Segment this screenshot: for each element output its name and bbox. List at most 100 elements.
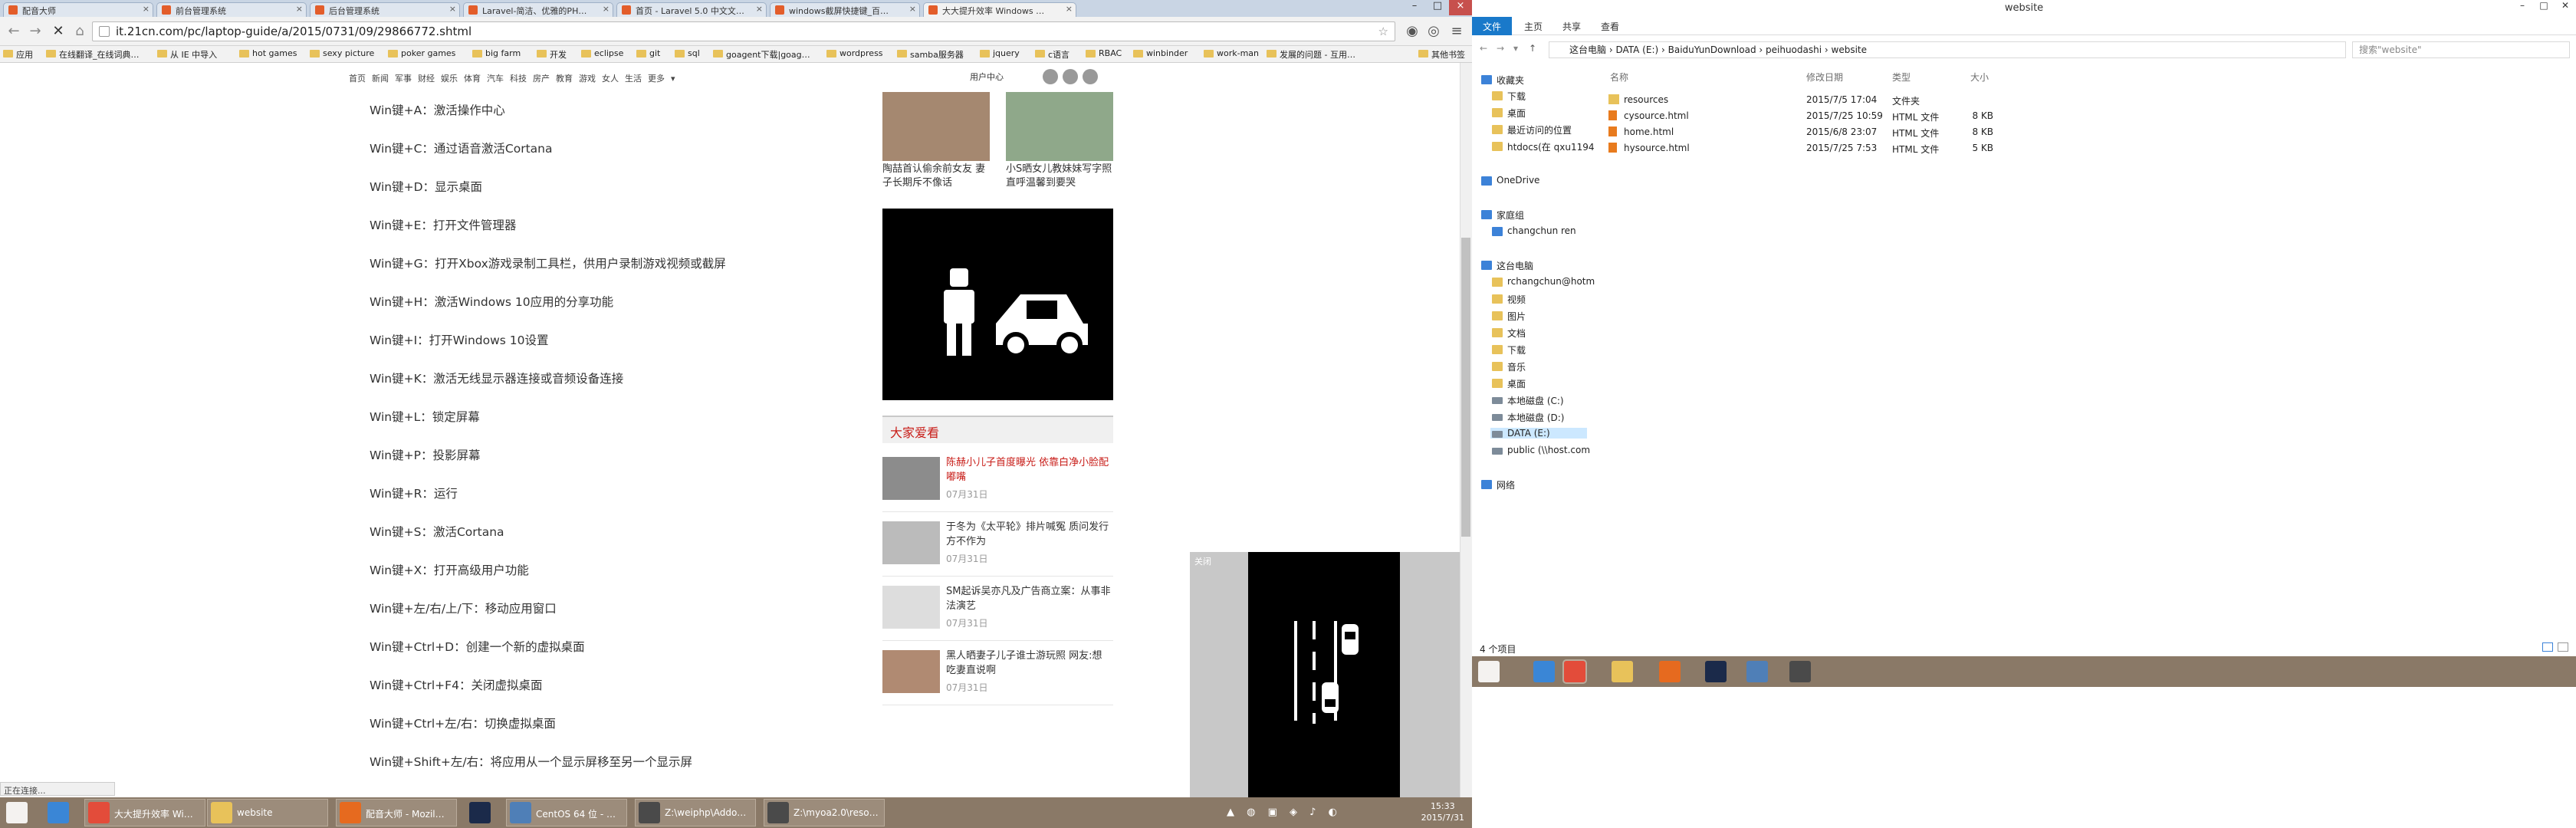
nav-item[interactable]: rchangchun@hotm [1490, 276, 1595, 287]
taskbar-item-explorer[interactable]: website [207, 799, 328, 826]
nav-link[interactable]: 军事 [395, 74, 412, 84]
ad-banner[interactable] [882, 209, 1113, 400]
forward-icon[interactable]: → [26, 23, 44, 41]
nav-item[interactable]: 桌面 [1490, 107, 1526, 120]
nav-link[interactable]: 房产 [533, 74, 550, 84]
nav-item[interactable]: 视频 [1490, 293, 1526, 306]
nav-item[interactable]: 文档 [1490, 327, 1526, 340]
scrollbar-thumb[interactable] [1461, 238, 1470, 537]
close-icon[interactable]: × [603, 4, 610, 14]
stop-icon[interactable]: ✕ [49, 23, 67, 41]
bookmark-item[interactable]: winbinder [1133, 48, 1188, 58]
back-icon[interactable]: ← [1480, 43, 1487, 54]
file-row[interactable]: cysource.html 2015/7/25 10:59 HTML 文件 8 KB [1602, 108, 1993, 123]
windows-start-icon[interactable] [1478, 661, 1500, 682]
bookmark-item[interactable]: goagent下载|goag… [713, 48, 810, 61]
extension-icon-2[interactable]: ◎ [1424, 23, 1443, 41]
bookmark-item[interactable]: 在线翻译_在线词典… [46, 48, 140, 61]
breadcrumb-item[interactable]: BaiduYunDownload [1668, 44, 1756, 55]
weibo-icon[interactable] [1063, 69, 1078, 84]
this-pc-header[interactable]: 这台电脑 [1480, 259, 1533, 272]
details-view-icon[interactable] [2542, 642, 2553, 652]
drive-item[interactable]: 本地磁盘 (C:) [1490, 394, 1564, 407]
breadcrumb-item[interactable]: DATA (E:) [1615, 44, 1658, 55]
close-ad-link[interactable]: 关闭 [1194, 555, 1211, 567]
bookmark-item[interactable]: 从 IE 中导入 [157, 48, 217, 61]
network-item[interactable]: 网络 [1480, 478, 1515, 491]
nav-link[interactable]: 体育 [464, 74, 481, 84]
taskbar-item-firefox[interactable]: 配音大师 - Mozil… [336, 799, 457, 826]
firefox-icon[interactable] [1659, 661, 1681, 682]
back-icon[interactable]: ← [5, 23, 23, 41]
news-title[interactable]: SM起诉吴亦凡及广告商立案：从事非法演艺 [946, 584, 1111, 613]
tab-back-admin[interactable]: 后台管理系统 × [310, 2, 460, 17]
col-type[interactable]: 类型 [1892, 71, 1911, 84]
forward-icon[interactable]: → [1497, 43, 1504, 54]
hot-news-item[interactable]: 于冬为《太平轮》排片喊冤 质问发行方不作为 07月31日 [882, 515, 1113, 577]
drive-item[interactable]: 本地磁盘 (D:) [1490, 411, 1564, 424]
breadcrumb-item[interactable]: 这台电脑 [1569, 44, 1606, 55]
nav-item[interactable]: 最近访问的位置 [1490, 123, 1572, 136]
share-icon[interactable] [1043, 69, 1058, 84]
hot-news-item[interactable]: 黑人晒妻子儿子谁士游玩照 网友:想吃妻直说啊 07月31日 [882, 644, 1113, 705]
recent-dropdown-icon[interactable]: ▾ [1513, 43, 1518, 54]
close-window-icon[interactable]: ✕ [2555, 0, 2576, 11]
extension-icon[interactable]: ◉ [1403, 23, 1421, 41]
taskbar-item-sublime-1[interactable]: Z:\weiphp\Addo… [635, 799, 756, 826]
close-icon[interactable]: × [756, 4, 763, 14]
close-icon[interactable]: × [449, 4, 456, 14]
taskbar-item-chrome[interactable]: 大大提升效率 Wi… [84, 799, 205, 826]
tab-active-article[interactable]: 大大提升效率 Windows … × [923, 2, 1076, 18]
bookmark-item[interactable]: 开发 [537, 48, 567, 61]
bookmark-item[interactable]: work-man [1204, 48, 1259, 58]
nav-link[interactable]: 游戏 [579, 74, 596, 84]
bookmark-item[interactable]: 发展的问题 - 互用… [1267, 48, 1355, 61]
chrome-icon[interactable] [1562, 659, 1587, 684]
nav-item[interactable]: 下载 [1490, 343, 1526, 356]
news-title[interactable]: 黑人晒妻子儿子谁士游玩照 网友:想吃妻直说啊 [946, 649, 1111, 678]
homegroup-user[interactable]: changchun ren [1490, 225, 1576, 236]
bookmark-item[interactable]: c语言 [1035, 48, 1070, 61]
tab-view[interactable]: 查看 [1595, 19, 1625, 34]
photoshop-icon[interactable] [469, 802, 491, 823]
ie-icon[interactable] [1533, 661, 1555, 682]
nav-link[interactable]: 生活 [625, 74, 642, 84]
wechat-icon[interactable] [1083, 69, 1098, 84]
bookmark-star-icon[interactable]: ☆ [1378, 22, 1388, 41]
tab-laravel[interactable]: Laravel-简洁、优雅的PH… × [463, 2, 613, 17]
news-caption[interactable]: 小S晒女儿教妹妹写字照 直呼温馨到要哭 [1006, 163, 1113, 190]
nav-link[interactable]: 首页 [349, 74, 366, 84]
taskbar-item-sublime-2[interactable]: Z:\myoa2.0\reso… [764, 799, 885, 826]
nav-item[interactable]: 音乐 [1490, 360, 1526, 373]
nav-link[interactable]: 教育 [556, 74, 573, 84]
address-bar[interactable]: it.21cn.com/pc/laptop-guide/a/2015/0731/… [92, 21, 1395, 41]
col-date[interactable]: 修改日期 [1806, 71, 1843, 84]
nav-link[interactable]: 新闻 [372, 74, 389, 84]
bookmark-item[interactable]: hot games [239, 48, 297, 58]
news-caption[interactable]: 陶喆首认偷余前女友 妻子长期斥不像话 [882, 163, 990, 190]
drive-item-selected[interactable]: DATA (E:) [1490, 428, 1587, 439]
breadcrumb[interactable]: 这台电脑 › DATA (E:) › BaiduYunDownload › pe… [1549, 41, 2346, 58]
tab-share[interactable]: 共享 [1556, 19, 1587, 34]
close-icon[interactable]: × [1066, 4, 1073, 14]
search-input[interactable]: 搜索"website" [2352, 41, 2570, 58]
windows-start-icon[interactable] [6, 802, 28, 823]
col-name[interactable]: 名称 [1610, 71, 1628, 84]
taskbar-clock[interactable]: 15:33 2015/7/31 [1421, 800, 1464, 823]
nav-item[interactable]: 下载 [1490, 90, 1526, 103]
close-icon[interactable]: × [296, 4, 303, 14]
user-center-link[interactable]: 用户中心 [970, 71, 1004, 83]
tab-peiyin[interactable]: 配音大师 × [3, 2, 153, 17]
menu-icon[interactable]: ≡ [1447, 23, 1466, 41]
floating-video-ad[interactable]: 关闭 [1190, 552, 1460, 797]
hot-news-item[interactable]: SM起诉吴亦凡及广告商立案：从事非法演艺 07月31日 [882, 580, 1113, 641]
file-row[interactable]: home.html 2015/6/8 23:07 HTML 文件 8 KB [1602, 124, 1993, 140]
home-icon[interactable]: ⌂ [71, 23, 89, 41]
favorites-header[interactable]: 收藏夹 [1480, 74, 1524, 87]
maximize-icon[interactable]: □ [2533, 0, 2555, 11]
bookmark-item[interactable]: sql [675, 48, 700, 58]
nav-link[interactable]: 娱乐 [441, 74, 458, 84]
bookmark-item[interactable]: 其他书签 [1418, 48, 1465, 61]
bookmark-item[interactable]: big farm [472, 48, 521, 58]
bookmark-item[interactable]: poker games [388, 48, 455, 58]
